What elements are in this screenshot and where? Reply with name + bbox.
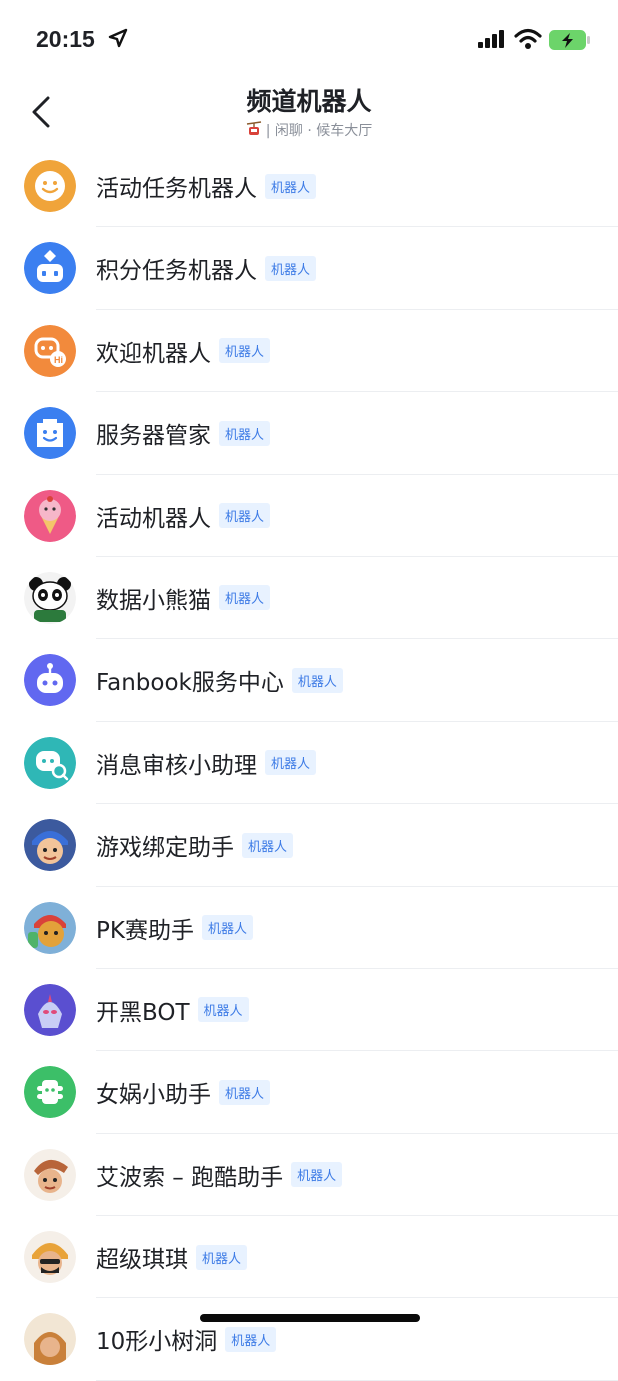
bot-row[interactable]: 游戏绑定助手 机器人 [0, 804, 618, 887]
robot-avatar-icon [24, 242, 76, 295]
bot-row[interactable]: 活动机器人 机器人 [0, 475, 618, 558]
bot-name: 女娲小助手 [96, 1082, 211, 1109]
service-bot-avatar-icon [24, 654, 76, 707]
bot-row[interactable]: 10形小树洞 机器人 [0, 1298, 618, 1381]
bot-name: 艾波索 – 跑酷助手 [96, 1164, 284, 1191]
location-arrow-icon [108, 28, 128, 48]
bot-list: 活动任务机器人 机器人 积分任务机器人 机器人 Hi 欢迎机器人 机器人 服务器… [0, 145, 618, 1381]
tree-avatar-icon [24, 1313, 76, 1366]
bot-badge: 机器人 [219, 338, 271, 364]
bot-row[interactable]: 积分任务机器人 机器人 [0, 227, 618, 311]
status-bar: 20:15 [0, 0, 618, 80]
home-indicator [200, 1314, 420, 1322]
bot-name: PK赛助手 [96, 917, 194, 944]
bot-name: 10形小树洞 [96, 1329, 218, 1356]
cable-car-icon [246, 121, 261, 135]
bot-badge: 机器人 [219, 420, 271, 446]
bot-name: 积分任务机器人 [96, 258, 257, 285]
bot-name: 超级琪琪 [96, 1247, 188, 1274]
bot-badge: 机器人 [197, 997, 249, 1023]
bot-name: 数据小熊猫 [96, 587, 211, 614]
page-subtitle: | 闲聊 · 候车大厅 [0, 120, 618, 140]
status-time: 20:15 [36, 26, 95, 52]
butler-avatar-icon [24, 407, 76, 460]
bot-name: 服务器管家 [96, 423, 211, 450]
pk-character-avatar-icon [24, 901, 76, 954]
bot-badge: 机器人 [291, 1162, 343, 1188]
bot-badge: 机器人 [242, 832, 294, 858]
bot-row[interactable]: 超级琪琪 机器人 [0, 1216, 618, 1299]
bot-badge: 机器人 [201, 915, 253, 941]
bot-row[interactable]: PK赛助手 机器人 [0, 887, 618, 970]
nav-header: 频道机器人 | 闲聊 · 候车大厅 [0, 80, 618, 150]
bot-name: 欢迎机器人 [96, 340, 211, 367]
subtitle-text: | 闲聊 · 候车大厅 [265, 123, 373, 139]
bot-row[interactable]: 女娲小助手 机器人 [0, 1051, 618, 1135]
bot-row[interactable]: Hi 欢迎机器人 机器人 [0, 310, 618, 393]
bot-row[interactable]: 开黑BOT 机器人 [0, 969, 618, 1052]
page-title: 频道机器人 [246, 87, 372, 116]
bot-name: Fanbook服务中心 [96, 670, 284, 697]
qiqi-avatar-icon [24, 1231, 76, 1284]
bot-badge: 机器人 [265, 750, 317, 776]
bot-name: 开黑BOT [96, 999, 190, 1026]
battery-charging-icon [549, 30, 590, 50]
runner-avatar-icon [24, 1148, 76, 1201]
smiley-avatar-icon [24, 160, 76, 212]
bot-row[interactable]: 消息审核小助理 机器人 [0, 722, 618, 805]
bot-row[interactable]: 服务器管家 机器人 [0, 392, 618, 475]
nuwa-avatar-icon [24, 1066, 76, 1119]
bot-badge: 机器人 [265, 173, 317, 199]
bot-row[interactable]: 艾波索 – 跑酷助手 机器人 [0, 1134, 618, 1217]
bot-name: 活动任务机器人 [96, 176, 257, 202]
review-bot-avatar-icon [24, 736, 76, 789]
bot-row[interactable]: 活动任务机器人 机器人 [0, 145, 618, 228]
game-character-avatar-icon [24, 819, 76, 872]
hero-avatar-icon [24, 983, 76, 1036]
bot-name: 游戏绑定助手 [96, 835, 234, 862]
panda-avatar-icon [24, 571, 76, 624]
bot-row[interactable]: 数据小熊猫 机器人 [0, 557, 618, 640]
bot-badge: 机器人 [219, 585, 271, 611]
hi-bot-avatar-icon: Hi [24, 324, 76, 377]
wifi-icon [514, 28, 542, 49]
bot-badge: 机器人 [291, 667, 343, 693]
bot-badge: 机器人 [225, 1326, 277, 1352]
icecream-avatar-icon [24, 489, 76, 542]
svg-text:Hi: Hi [54, 355, 63, 365]
bot-name: 消息审核小助理 [96, 752, 257, 779]
bot-name: 活动机器人 [96, 505, 211, 532]
bot-badge: 机器人 [265, 255, 317, 281]
bot-badge: 机器人 [219, 503, 271, 529]
bot-row[interactable]: Fanbook服务中心 机器人 [0, 639, 618, 723]
cellular-signal-icon [478, 30, 504, 48]
bot-badge: 机器人 [219, 1079, 271, 1105]
bot-badge: 机器人 [196, 1244, 248, 1270]
